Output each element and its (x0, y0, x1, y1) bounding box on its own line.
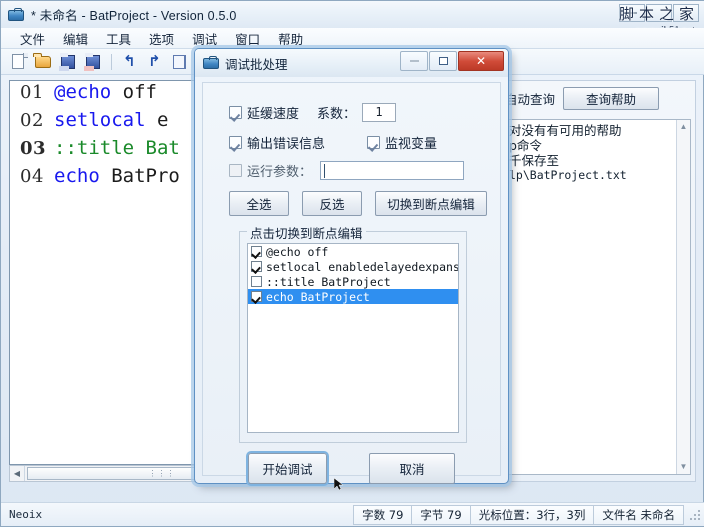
status-bar: Neoix 字数 79 字节 79 光标位置：3行，3列 文件名 未命名 (1, 502, 704, 526)
minimize-button[interactable] (619, 4, 645, 22)
dialog-title-bar: 调试批处理 ✕ (195, 49, 508, 77)
dialog-window-controls[interactable]: ✕ (400, 51, 504, 71)
dialog-body: 延缓速度 系数： 1 输出错误信息 监视变量 运行参数： 全选 反选 切换到断点… (202, 82, 501, 484)
watch-variable-checkbox[interactable] (367, 136, 381, 149)
help-line: p命令 (509, 138, 542, 153)
help-text-area[interactable]: 对没有有可用的帮助 p命令 千保存至 lp\BatProject.txt ▲ ▼ (505, 119, 691, 475)
breakpoint-label: setlocal enabledelayedexpansion (266, 259, 459, 274)
output-error-label: 输出错误信息 (247, 137, 326, 152)
help-line: 千保存至 (509, 153, 560, 168)
list-item[interactable]: ::title BatProject (248, 274, 458, 289)
list-item[interactable]: @echo off (248, 244, 458, 259)
resize-grip[interactable] (688, 508, 702, 522)
line-number: 04 (20, 166, 44, 187)
help-panel-toolbar: 自动查询 查询帮助 (499, 81, 695, 115)
dialog-minimize-button (400, 51, 428, 71)
breakpoint-list[interactable]: @echo off setlocal enabledelayedexpansio… (247, 243, 459, 433)
redo-icon[interactable]: ↱ (144, 52, 166, 72)
status-byte-count: 字节 79 (411, 504, 470, 525)
maximize-button[interactable] (646, 4, 672, 22)
breakpoint-label: echo BatProject (266, 289, 370, 304)
menu-options[interactable]: 选项 (140, 27, 183, 50)
run-params-label: 运行参数： (247, 165, 313, 180)
dialog-title: 调试批处理 (225, 56, 288, 72)
breakpoint-checkbox[interactable] (251, 246, 262, 257)
window-controls[interactable] (619, 4, 699, 22)
list-item[interactable]: echo BatProject (248, 289, 458, 304)
title-bar: * 未命名 - BatProject - Version 0.5.0 脚本之家 (1, 1, 704, 28)
menu-edit[interactable]: 编辑 (54, 27, 97, 50)
briefcase-icon (203, 55, 219, 71)
breakpoint-checkbox[interactable] (251, 276, 262, 287)
dialog-close-button[interactable]: ✕ (458, 51, 504, 71)
options-row: 输出错误信息 监视变量 (229, 133, 489, 152)
breakpoint-label: @echo off (266, 244, 329, 259)
select-all-button[interactable]: 全选 (229, 191, 289, 216)
toolbar-separator (111, 53, 112, 70)
menu-tools[interactable]: 工具 (97, 27, 140, 50)
delay-speed-row: 延缓速度 系数： 1 (229, 103, 397, 122)
coefficient-input[interactable]: 1 (362, 103, 397, 122)
undo-icon[interactable]: ↰ (119, 52, 141, 72)
run-params-checkbox[interactable] (229, 164, 242, 177)
menu-debug[interactable]: 调试 (183, 27, 226, 50)
save-icon[interactable] (57, 52, 79, 72)
status-file-name: 文件名 未命名 (593, 504, 684, 525)
menu-window[interactable]: 窗口 (226, 27, 269, 50)
run-params-input[interactable] (320, 161, 465, 180)
dialog-action-row: 开始调试 取消 (203, 453, 500, 484)
cancel-button[interactable]: 取消 (369, 453, 455, 484)
invert-selection-button[interactable]: 反选 (302, 191, 362, 216)
line-number: 02 (20, 110, 44, 131)
menu-bar: 文件 编辑 工具 选项 调试 窗口 帮助 (1, 28, 704, 49)
line-number: 03 (20, 138, 47, 159)
scroll-down-icon[interactable]: ▼ (677, 460, 690, 473)
line-number: 01 (20, 82, 44, 103)
toggle-breakpoint-button[interactable]: 切换到断点编辑 (375, 191, 487, 216)
scroll-left-icon[interactable]: ◀ (10, 466, 25, 481)
help-vertical-scrollbar[interactable]: ▲ ▼ (676, 120, 690, 474)
status-cursor-position: 光标位置：3行，3列 (469, 504, 594, 525)
delay-speed-label: 延缓速度 (247, 107, 300, 122)
briefcase-icon (8, 7, 24, 23)
menu-help[interactable]: 帮助 (269, 27, 312, 50)
coefficient-label: 系数： (317, 107, 357, 122)
run-params-row: 运行参数： (229, 161, 465, 180)
watch-variable-label: 监视变量 (385, 137, 438, 152)
selection-button-row: 全选 反选 切换到断点编辑 (229, 191, 487, 216)
breakpoint-checkbox[interactable] (251, 291, 262, 302)
status-cells: 字数 79 字节 79 光标位置：3行，3列 文件名 未命名 (353, 504, 684, 525)
copy-icon[interactable] (169, 52, 191, 72)
status-word-count: 字数 79 (353, 504, 412, 525)
status-author: Neoix (9, 508, 43, 521)
dialog-restore-button[interactable] (429, 51, 457, 71)
delay-speed-checkbox[interactable] (229, 106, 242, 119)
breakpoint-group-title: 点击切换到断点编辑 (247, 223, 366, 242)
debug-dialog: 调试批处理 ✕ 延缓速度 系数： 1 输出错误信息 监视变量 运行参数： 全选 … (194, 48, 509, 484)
help-line: lp\BatProject.txt (509, 168, 627, 182)
start-debug-button[interactable]: 开始调试 (248, 453, 327, 484)
line-text: echo BatPro (54, 165, 180, 187)
help-line: 对没有有可用的帮助 (509, 123, 622, 138)
help-panel: 自动查询 查询帮助 对没有有可用的帮助 p命令 千保存至 lp\BatProje… (498, 80, 696, 482)
list-item[interactable]: setlocal enabledelayedexpansion (248, 259, 458, 274)
save-as-icon[interactable] (82, 52, 104, 72)
output-error-checkbox[interactable] (229, 136, 242, 149)
breakpoint-checkbox[interactable] (251, 261, 262, 272)
line-text: setlocal e (54, 109, 169, 131)
scroll-up-icon[interactable]: ▲ (677, 120, 690, 133)
query-help-button[interactable]: 查询帮助 (563, 86, 660, 110)
menu-file[interactable]: 文件 (11, 27, 54, 50)
main-window: * 未命名 - BatProject - Version 0.5.0 脚本之家 … (0, 0, 704, 527)
window-title: * 未命名 - BatProject - Version 0.5.0 (31, 9, 237, 23)
breakpoint-label: ::title BatProject (266, 274, 391, 289)
new-file-icon[interactable] (7, 52, 29, 72)
line-text: ::title Bat (54, 137, 180, 159)
close-button[interactable] (673, 4, 699, 22)
open-folder-icon[interactable] (32, 52, 54, 72)
line-text: @echo off (54, 81, 157, 103)
